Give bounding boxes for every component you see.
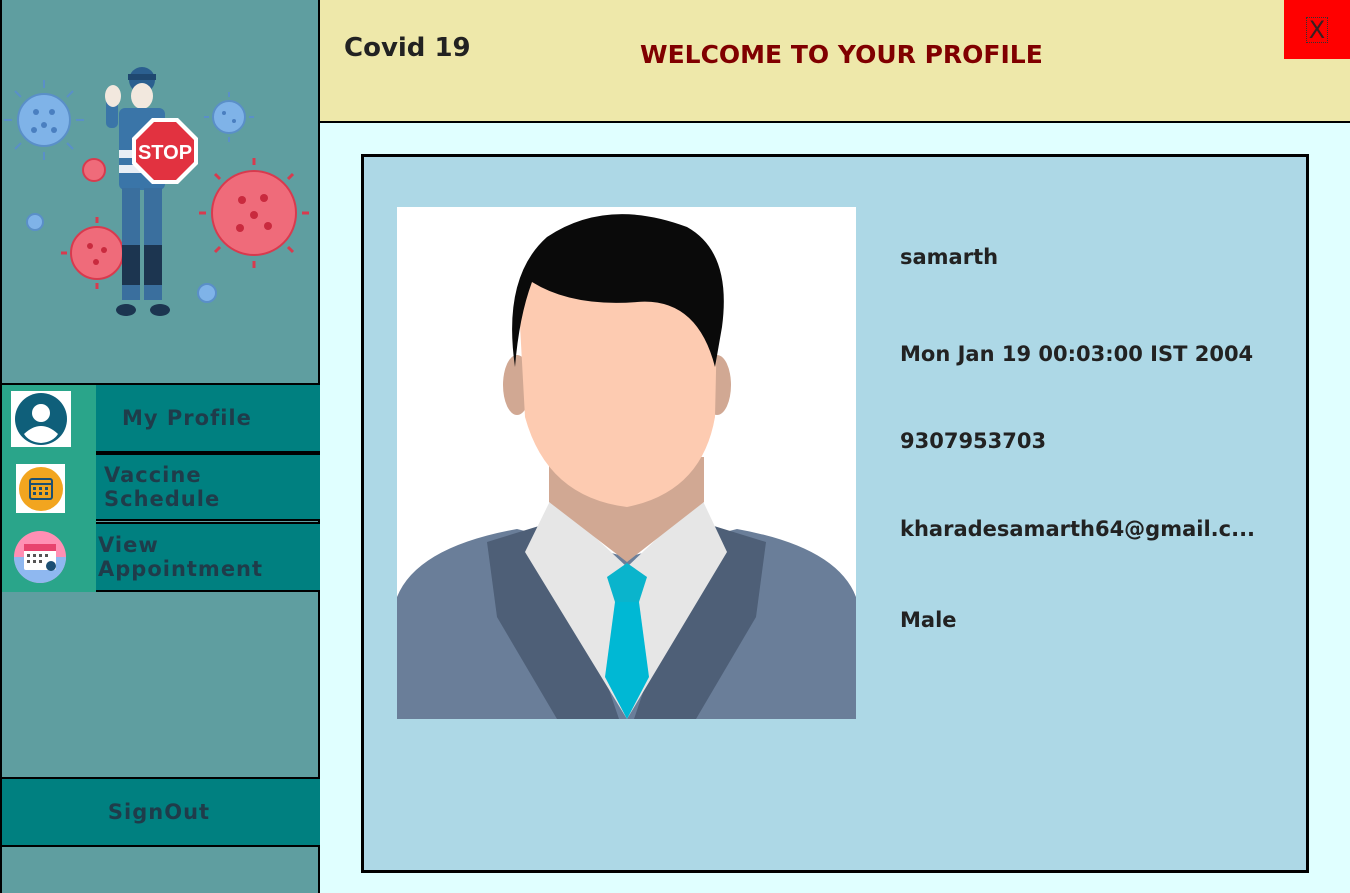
close-icon: X (1305, 16, 1329, 43)
profile-card: samarth Mon Jan 19 00:03:00 IST 2004 930… (361, 154, 1309, 873)
sidebar: STOP My Profile Vaccine Schedule View Ap… (0, 0, 322, 893)
header: Covid 19 WELCOME TO YOUR PROFILE X (320, 0, 1350, 123)
app-name: Covid 19 (344, 33, 471, 63)
signout-button[interactable]: SignOut (2, 777, 320, 847)
profile-dob: Mon Jan 19 00:03:00 IST 2004 (900, 342, 1254, 366)
calendar-icon[interactable] (16, 464, 65, 513)
user-icon[interactable] (11, 391, 71, 447)
sidebar-item-label: Vaccine Schedule (104, 463, 221, 511)
signout-label: SignOut (107, 800, 211, 824)
covid-stop-illustration: STOP (2, 0, 320, 385)
profile-phone: 9307953703 (900, 429, 1047, 453)
page-title: WELCOME TO YOUR PROFILE (640, 40, 1043, 69)
sidebar-item-my-profile[interactable]: My Profile (96, 385, 322, 453)
close-button[interactable]: X (1284, 0, 1350, 59)
user-avatar-icon (397, 207, 856, 719)
profile-email: kharadesamarth64@gmail.c... (900, 517, 1256, 541)
main-content: samarth Mon Jan 19 00:03:00 IST 2004 930… (320, 123, 1350, 893)
profile-gender: Male (900, 608, 957, 632)
profile-name: samarth (900, 245, 999, 269)
appointment-calendar-icon[interactable] (13, 530, 67, 584)
sidebar-item-vaccine-schedule[interactable]: Vaccine Schedule (96, 453, 322, 521)
stop-sign-text: STOP (138, 142, 192, 164)
sidebar-item-label: My Profile (122, 406, 252, 430)
sidebar-item-label: View Appointment (98, 533, 264, 581)
nav-icon-strip (2, 385, 96, 592)
sidebar-item-view-appointment[interactable]: View Appointment (96, 522, 322, 592)
